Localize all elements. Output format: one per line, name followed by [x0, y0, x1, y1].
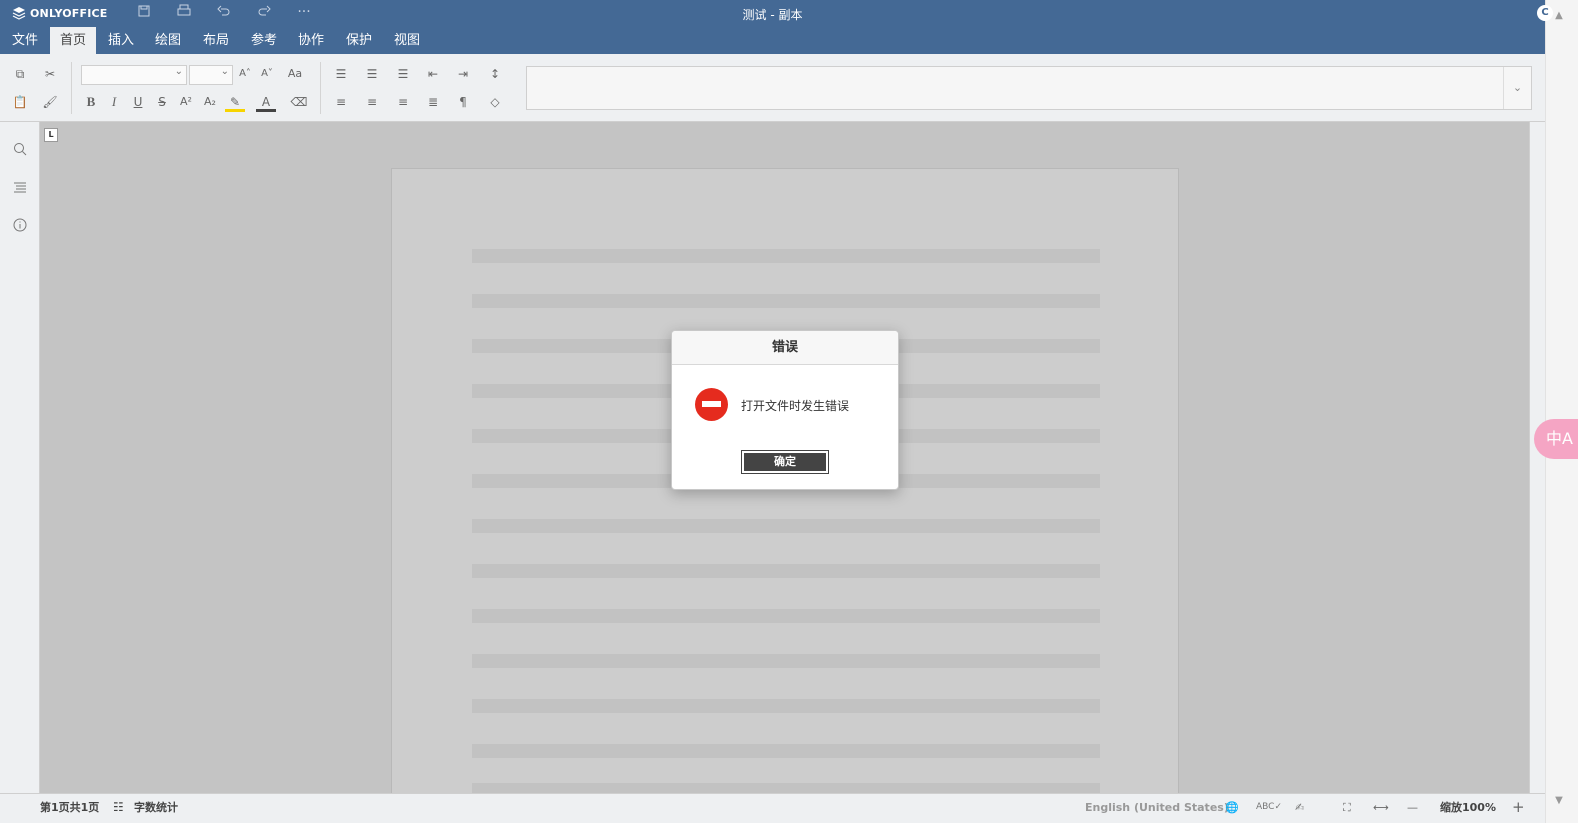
- ok-button[interactable]: 确定: [741, 450, 829, 474]
- scroll-up-icon[interactable]: ▲: [1551, 10, 1567, 24]
- vertical-scrollbar[interactable]: ▲ ▼: [1545, 0, 1578, 823]
- error-dialog: 错误 打开文件时发生错误 确定: [671, 330, 899, 490]
- error-icon: [695, 388, 728, 421]
- dialog-title: 错误: [672, 331, 898, 365]
- error-message: 打开文件时发生错误: [741, 399, 850, 413]
- scroll-down-icon[interactable]: ▼: [1551, 795, 1567, 809]
- modal-overlay: 错误 打开文件时发生错误 确定: [0, 0, 1545, 823]
